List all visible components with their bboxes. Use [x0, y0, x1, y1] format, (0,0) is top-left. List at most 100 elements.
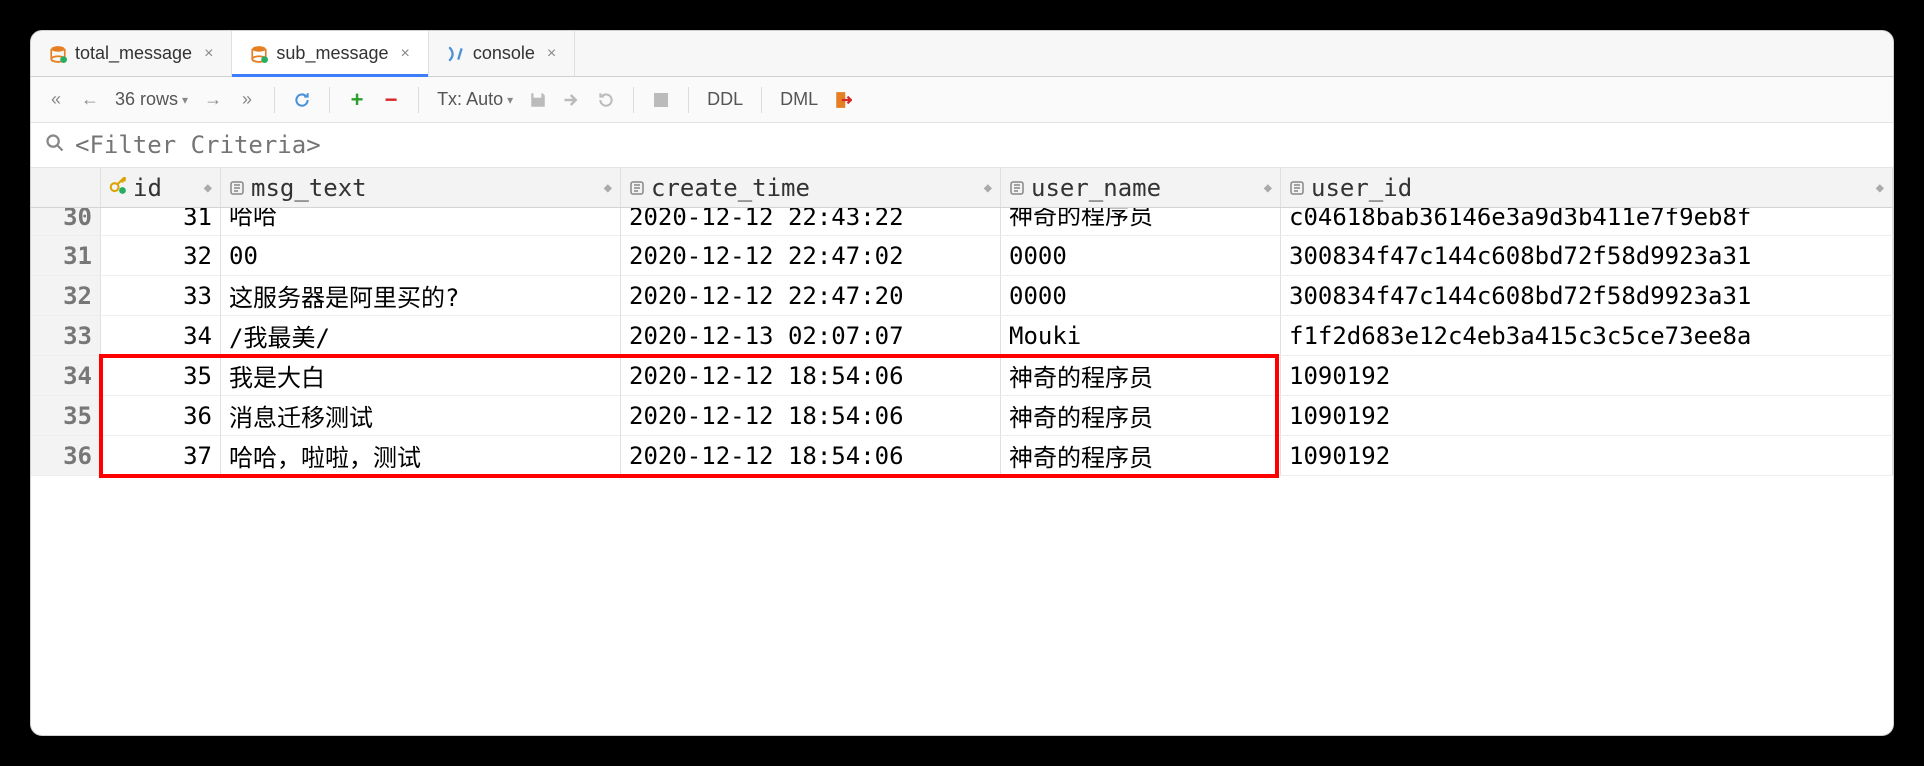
last-page-button[interactable]: »	[232, 85, 262, 115]
header-msg-text[interactable]: msg_text ◆	[221, 168, 621, 207]
grid-header: id ◆ msg_text ◆ create_time ◆	[31, 168, 1893, 208]
filter-row	[31, 123, 1893, 168]
table-row[interactable]: 3132002020-12-12 22:47:020000300834f47c1…	[31, 236, 1893, 276]
cell-msg-text[interactable]: 00	[221, 236, 621, 275]
row-number[interactable]: 33	[31, 316, 101, 355]
cell-id[interactable]: 33	[101, 276, 221, 315]
tab-total-message[interactable]: total_message ×	[31, 31, 232, 76]
cell-msg-text[interactable]: /我最美/	[221, 316, 621, 355]
close-icon[interactable]: ×	[547, 45, 556, 63]
row-number[interactable]: 32	[31, 276, 101, 315]
key-icon	[109, 177, 127, 199]
add-row-button[interactable]: +	[342, 85, 372, 115]
cell-id[interactable]: 35	[101, 356, 221, 395]
tab-bar: total_message × sub_message × console ×	[31, 31, 1893, 77]
next-page-button[interactable]: →	[198, 85, 228, 115]
cell-user-id[interactable]: 300834f47c144c608bd72f58d9923a31	[1281, 236, 1893, 275]
query-icon	[447, 45, 465, 63]
row-number[interactable]: 30	[31, 208, 101, 235]
table-icon	[49, 45, 67, 63]
separator	[761, 87, 762, 113]
save-button[interactable]	[523, 85, 553, 115]
table-row[interactable]: 3536消息迁移测试2020-12-12 18:54:06神奇的程序员10901…	[31, 396, 1893, 436]
sort-icon: ◆	[1876, 180, 1884, 196]
cell-user-name[interactable]: 0000	[1001, 276, 1281, 315]
tx-label: Tx: Auto	[437, 89, 503, 110]
cell-user-id[interactable]: 1090192	[1281, 396, 1893, 435]
cell-id[interactable]: 37	[101, 436, 221, 475]
cell-user-id[interactable]: 1090192	[1281, 436, 1893, 475]
header-rownum[interactable]	[31, 168, 101, 207]
cell-user-id[interactable]: f1f2d683e12c4eb3a415c3c5ce73ee8a	[1281, 316, 1893, 355]
filter-input[interactable]	[75, 131, 1879, 159]
sort-icon: ◆	[604, 180, 612, 196]
column-icon	[629, 180, 645, 196]
commit-button[interactable]	[557, 85, 587, 115]
tx-mode-dropdown[interactable]: Tx: Auto ▾	[431, 89, 519, 110]
editor-window: total_message × sub_message × console × …	[30, 30, 1894, 736]
cell-msg-text[interactable]: 我是大白	[221, 356, 621, 395]
cell-msg-text[interactable]: 这服务器是阿里买的?	[221, 276, 621, 315]
dml-button[interactable]: DML	[774, 89, 824, 110]
cell-user-name[interactable]: 神奇的程序员	[1001, 436, 1281, 475]
toolbar: « ← 36 rows ▾ → » + − Tx: Auto ▾ D	[31, 77, 1893, 123]
table-row[interactable]: 3334/我最美/2020-12-13 02:07:07Moukif1f2d68…	[31, 316, 1893, 356]
column-label: user_id	[1311, 174, 1412, 202]
refresh-button[interactable]	[287, 85, 317, 115]
table-row[interactable]: 3233这服务器是阿里买的?2020-12-12 22:47:200000300…	[31, 276, 1893, 316]
header-user-name[interactable]: user_name ◆	[1001, 168, 1281, 207]
cell-user-id[interactable]: c04618bab36146e3a9d3b411e7f9eb8f	[1281, 208, 1893, 235]
header-user-id[interactable]: user_id ◆	[1281, 168, 1893, 207]
column-label: user_name	[1031, 174, 1161, 202]
cell-user-name[interactable]: 0000	[1001, 236, 1281, 275]
stop-button[interactable]	[646, 85, 676, 115]
cell-create-time[interactable]: 2020-12-12 18:54:06	[621, 436, 1001, 475]
first-page-button[interactable]: «	[41, 85, 71, 115]
close-icon[interactable]: ×	[401, 45, 410, 63]
sort-icon: ◆	[204, 180, 212, 196]
rows-count-label: 36 rows	[115, 89, 178, 110]
cell-create-time[interactable]: 2020-12-12 22:47:20	[621, 276, 1001, 315]
cell-create-time[interactable]: 2020-12-13 02:07:07	[621, 316, 1001, 355]
grid-body[interactable]: 3031哈哈2020-12-12 22:43:22神奇的程序员c04618bab…	[31, 208, 1893, 735]
cell-id[interactable]: 32	[101, 236, 221, 275]
header-id[interactable]: id ◆	[101, 168, 221, 207]
rows-count-dropdown[interactable]: 36 rows ▾	[109, 89, 194, 110]
cell-user-id[interactable]: 300834f47c144c608bd72f58d9923a31	[1281, 276, 1893, 315]
ddl-button[interactable]: DDL	[701, 89, 749, 110]
table-row[interactable]: 3031哈哈2020-12-12 22:43:22神奇的程序员c04618bab…	[31, 208, 1893, 236]
tab-label: sub_message	[276, 43, 388, 64]
cell-msg-text[interactable]: 消息迁移测试	[221, 396, 621, 435]
cell-user-name[interactable]: 神奇的程序员	[1001, 208, 1281, 235]
cell-create-time[interactable]: 2020-12-12 22:43:22	[621, 208, 1001, 235]
chevron-down-icon: ▾	[182, 93, 188, 107]
row-number[interactable]: 36	[31, 436, 101, 475]
cell-id[interactable]: 34	[101, 316, 221, 355]
header-create-time[interactable]: create_time ◆	[621, 168, 1001, 207]
table-row[interactable]: 3637哈哈，啦啦，测试2020-12-12 18:54:06神奇的程序员109…	[31, 436, 1893, 476]
prev-page-button[interactable]: ←	[75, 85, 105, 115]
tab-sub-message[interactable]: sub_message ×	[232, 31, 428, 76]
column-label: create_time	[651, 174, 810, 202]
cell-id[interactable]: 31	[101, 208, 221, 235]
cell-msg-text[interactable]: 哈哈，啦啦，测试	[221, 436, 621, 475]
cell-user-name[interactable]: 神奇的程序员	[1001, 356, 1281, 395]
cell-user-id[interactable]: 1090192	[1281, 356, 1893, 395]
cell-user-name[interactable]: 神奇的程序员	[1001, 396, 1281, 435]
cell-user-name[interactable]: Mouki	[1001, 316, 1281, 355]
cell-id[interactable]: 36	[101, 396, 221, 435]
table-row[interactable]: 3435我是大白2020-12-12 18:54:06神奇的程序员1090192	[31, 356, 1893, 396]
cell-msg-text[interactable]: 哈哈	[221, 208, 621, 235]
export-button[interactable]	[828, 85, 858, 115]
separator	[633, 87, 634, 113]
cell-create-time[interactable]: 2020-12-12 18:54:06	[621, 396, 1001, 435]
close-icon[interactable]: ×	[204, 45, 213, 63]
remove-row-button[interactable]: −	[376, 85, 406, 115]
rollback-button[interactable]	[591, 85, 621, 115]
cell-create-time[interactable]: 2020-12-12 18:54:06	[621, 356, 1001, 395]
row-number[interactable]: 35	[31, 396, 101, 435]
row-number[interactable]: 31	[31, 236, 101, 275]
tab-console[interactable]: console ×	[429, 31, 575, 76]
cell-create-time[interactable]: 2020-12-12 22:47:02	[621, 236, 1001, 275]
row-number[interactable]: 34	[31, 356, 101, 395]
